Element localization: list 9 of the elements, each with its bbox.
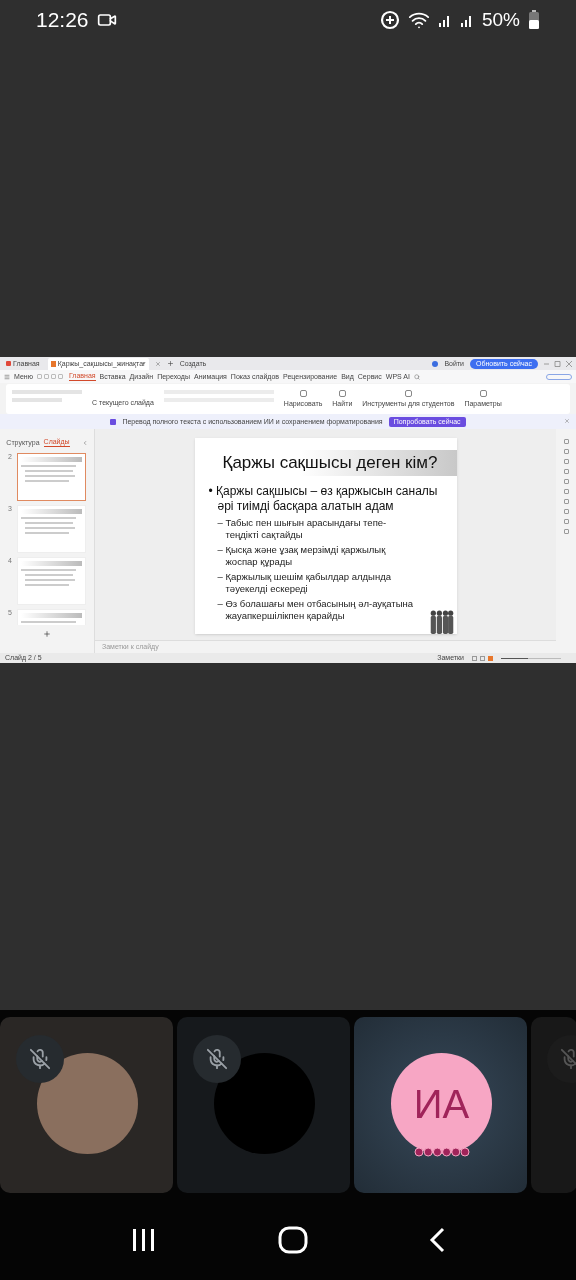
slide-sub-bullet: – Қаржылық шешім қабылдар алдында тәуекелді ескереді — [217, 571, 392, 595]
slide-sub-bullet: – Табыс пен шығын арасындағы тепе-теңдікті сақтайды — [217, 517, 388, 541]
battery-percent: 50% — [481, 7, 520, 32]
slide-sub-bullet: – Қысқа және ұзақ мерзімді қаржылық жоспар құрады — [217, 544, 387, 568]
slide-title: Қаржы сақшысы деген кім? — [222, 452, 438, 475]
slide-sub-bullet: – Өз болашағы мен отбасының әл-ауқатына жауапкершілікпен қарайды — [217, 598, 414, 622]
clock: 12:26 — [36, 7, 89, 34]
participant-tile[interactable]: ИА — [354, 1017, 527, 1193]
slide-bullet: • Қаржы сақшысы – өз қаржысын саналы әрі тиімді басқара алатын адам — [208, 484, 439, 514]
